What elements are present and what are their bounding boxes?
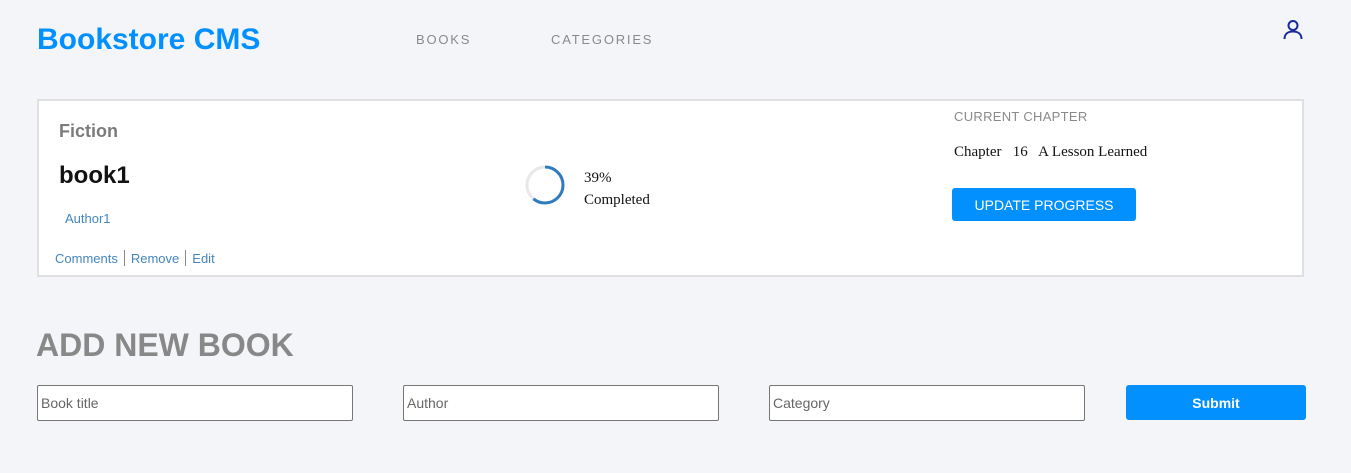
book-author: Author1 bbox=[65, 211, 111, 226]
category-input[interactable] bbox=[769, 385, 1085, 421]
book-title-input[interactable] bbox=[37, 385, 353, 421]
nav-categories-link[interactable]: CATEGORIES bbox=[551, 32, 653, 48]
progress-ring-icon bbox=[525, 165, 565, 205]
update-progress-button[interactable]: UPDATE PROGRESS bbox=[952, 188, 1136, 221]
divider bbox=[185, 250, 187, 266]
current-chapter-heading: CURRENT CHAPTER bbox=[954, 109, 1088, 124]
add-book-heading: ADD NEW BOOK bbox=[36, 327, 294, 363]
book-actions: Comments Remove Edit bbox=[55, 250, 215, 266]
user-icon[interactable] bbox=[1281, 18, 1305, 42]
book-card: Fiction book1 Author1 Comments Remove Ed… bbox=[37, 99, 1304, 277]
progress-percent: 39% bbox=[584, 170, 612, 186]
brand-title: Bookstore CMS bbox=[37, 23, 261, 56]
book-title: book1 bbox=[59, 162, 130, 189]
nav-books-link[interactable]: BOOKS bbox=[416, 32, 471, 48]
edit-button[interactable]: Edit bbox=[192, 251, 214, 266]
comments-button[interactable]: Comments bbox=[55, 251, 118, 266]
current-chapter-text: Chapter 16 A Lesson Learned bbox=[954, 144, 1148, 160]
submit-button[interactable]: Submit bbox=[1126, 385, 1306, 420]
book-genre: Fiction bbox=[59, 121, 118, 141]
divider bbox=[123, 250, 125, 266]
author-input[interactable] bbox=[403, 385, 719, 421]
progress-label: Completed bbox=[584, 192, 650, 208]
remove-button[interactable]: Remove bbox=[131, 251, 179, 266]
